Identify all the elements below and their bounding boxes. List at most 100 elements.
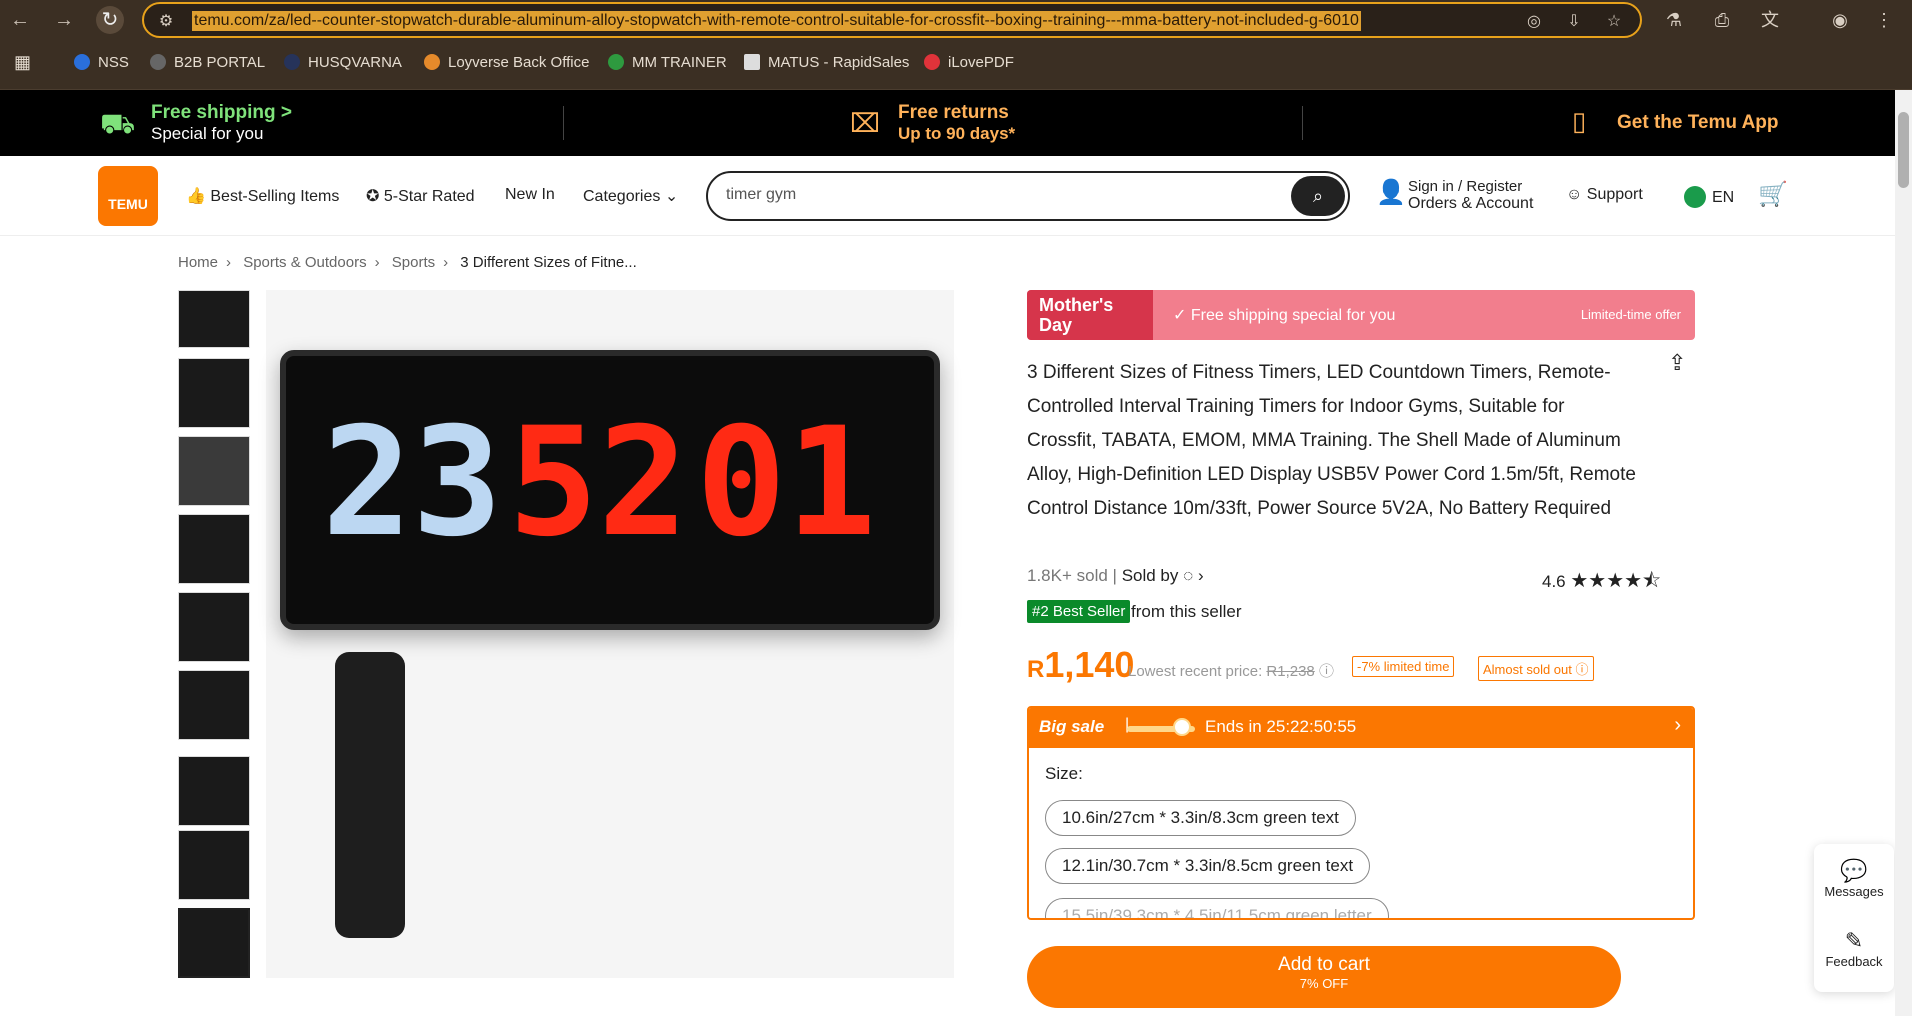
free-returns-promo[interactable]: Free returns Up to 90 days*: [898, 102, 1015, 144]
menu-icon[interactable]: ⋮: [1872, 8, 1896, 32]
nav-five-star[interactable]: ✪ 5-Star Rated: [366, 186, 475, 206]
chat-icon: 💬: [1840, 858, 1868, 883]
price: R1,140: [1027, 644, 1135, 685]
sold-count: 1.8K+ sold: [1027, 566, 1108, 585]
address-bar[interactable]: ⚙ temu.com/za/led--counter-stopwatch-dur…: [142, 2, 1642, 38]
big-sale-box: Big sale | Ends in 25:22:50:55 › Size: 1…: [1027, 706, 1695, 920]
nav-categories[interactable]: Categories ⌄: [583, 186, 678, 206]
info-icon[interactable]: ⓘ: [1319, 663, 1334, 680]
search-icon: ⌕: [1312, 186, 1324, 206]
search-box: ⌕: [706, 171, 1350, 221]
share-icon[interactable]: ⇪: [1668, 350, 1686, 376]
search-button[interactable]: ⌕: [1291, 176, 1345, 216]
best-seller-badge[interactable]: #2 Best Seller: [1027, 600, 1131, 623]
bookmark-husqvarna[interactable]: HUSQVARNA: [284, 54, 402, 71]
mothers-day-banner: Mother's Day ✓ Free shipping special for…: [1027, 290, 1695, 340]
best-seller-suffix: from this seller: [1131, 602, 1242, 621]
sale-header: Big sale | Ends in 25:22:50:55 ›: [1029, 708, 1693, 748]
bookmarks-bar: ▦ NSS B2B PORTAL HUSQVARNA Loyverse Back…: [0, 40, 1912, 90]
check-icon: ✓: [1173, 307, 1191, 324]
crumb-sports[interactable]: Sports: [392, 254, 435, 271]
stock-tag: Almost sold out ⓘ: [1478, 656, 1594, 681]
size-option-1[interactable]: 10.6in/27cm * 3.3in/8.3cm green text: [1045, 800, 1356, 836]
temu-logo[interactable]: TEMU: [98, 166, 158, 226]
sale-countdown: Ends in 25:22:50:55: [1205, 717, 1357, 736]
star-badge-icon: ✪: [366, 188, 384, 205]
language-selector[interactable]: EN: [1684, 186, 1734, 208]
url-text[interactable]: temu.com/za/led--counter-stopwatch-durab…: [192, 11, 1361, 31]
translate-icon[interactable]: 文: [1758, 8, 1782, 32]
bookmark-matus[interactable]: MATUS - RapidSales: [744, 54, 909, 71]
apps-grid-icon[interactable]: ▦: [14, 52, 31, 73]
messages-button[interactable]: 💬 Messages: [1814, 858, 1894, 899]
feedback-button[interactable]: ✎ Feedback: [1814, 928, 1894, 969]
discount-tag: -7% limited time: [1352, 656, 1455, 677]
sold-by-link[interactable]: Sold by ◌ ›: [1122, 566, 1204, 585]
lowest-price-label: Lowest recent price: R1,238 ⓘ: [1128, 663, 1334, 680]
site-info-icon[interactable]: ⚙: [156, 12, 176, 32]
support-link[interactable]: ☺ Support: [1566, 186, 1643, 204]
account-link[interactable]: Sign in / Register Orders & Account: [1408, 178, 1533, 212]
mothers-day-tag: Mother's Day: [1027, 290, 1153, 340]
thumbnail-3[interactable]: [178, 436, 250, 506]
thumbnail-4[interactable]: [178, 514, 250, 584]
cart-icon[interactable]: 🛒: [1758, 180, 1788, 209]
user-icon: 👤: [1376, 179, 1406, 206]
bookmark-ilovepdf[interactable]: iLovePDF: [924, 54, 1014, 71]
limited-offer-label: Limited-time offer: [1580, 307, 1681, 322]
back-icon[interactable]: ←: [6, 6, 34, 34]
crumb-home[interactable]: Home: [178, 254, 218, 271]
rating[interactable]: 4.6 ★★★★⯪: [1542, 566, 1661, 600]
product-title: 3 Different Sizes of Fitness Timers, LED…: [1027, 362, 1636, 519]
thumbnail-5[interactable]: [178, 592, 250, 662]
support-icon: ☺: [1566, 186, 1587, 203]
free-shipping-text: Free shipping special for you: [1190, 307, 1396, 324]
bookmark-nss[interactable]: NSS: [74, 54, 129, 71]
install-icon[interactable]: ⇩: [1564, 12, 1584, 32]
truck-icon: ⛟: [100, 108, 136, 139]
print-icon[interactable]: ⎙: [1710, 8, 1734, 32]
star-icon: ★★★★⯪: [1570, 570, 1662, 592]
thumbnail-6[interactable]: [178, 670, 250, 740]
forward-icon[interactable]: →: [50, 6, 78, 34]
thumbnail-8[interactable]: [178, 830, 250, 900]
breadcrumb: Home › Sports & Outdoors › Sports › 3 Diffe…: [178, 254, 637, 271]
size-option-3[interactable]: 15.5in/39.3cm * 4.5in/11.5cm green lette…: [1045, 898, 1389, 918]
led-timer-display: 2 3 5 2 0 1: [280, 350, 940, 630]
lens-icon[interactable]: ◎: [1524, 12, 1544, 32]
promo-bar: ⛟ Free shipping > Special for you ⌧ Free…: [0, 90, 1895, 156]
thumbnail-2[interactable]: [178, 358, 250, 428]
crumb-sports-outdoors[interactable]: Sports & Outdoors: [243, 254, 366, 271]
nav-new-in[interactable]: New In: [505, 186, 555, 204]
get-app-link[interactable]: Get the Temu App: [1617, 112, 1779, 134]
scroll-thumb[interactable]: [1898, 112, 1909, 188]
thumbnail-1[interactable]: [178, 290, 250, 348]
reload-icon[interactable]: ↻: [96, 6, 124, 34]
bookmark-loyverse[interactable]: Loyverse Back Office: [424, 54, 589, 71]
chevron-right-icon[interactable]: ›: [1674, 714, 1681, 737]
chevron-down-icon: ⌄: [660, 188, 679, 205]
thumbnail-9-selected[interactable]: [178, 908, 250, 978]
bookmark-star-icon[interactable]: ☆: [1604, 12, 1624, 32]
remote-control-image: [335, 652, 405, 938]
site-header: TEMU 👍 Best-Selling Items ✪ 5-Star Rated…: [0, 156, 1895, 236]
profile-icon[interactable]: ◉: [1828, 8, 1852, 32]
thumbnail-7[interactable]: [178, 756, 250, 826]
browser-toolbar: ← → ↻ ⚙ temu.com/za/led--counter-stopwat…: [0, 0, 1912, 40]
big-sale-label: Big sale: [1039, 717, 1105, 736]
crumb-current: 3 Different Sizes of Fitne...: [460, 254, 637, 271]
bookmark-mm-trainer[interactable]: MM TRAINER: [608, 54, 727, 71]
size-option-2[interactable]: 12.1in/30.7cm * 3.3in/8.5cm green text: [1045, 848, 1371, 884]
size-label: Size:: [1045, 764, 1083, 783]
extensions-icon[interactable]: ⚗: [1662, 8, 1686, 32]
floating-side-panel: 💬 Messages ✎ Feedback: [1814, 844, 1894, 992]
returns-icon: ⌧: [850, 108, 880, 138]
bookmark-b2b[interactable]: B2B PORTAL: [150, 54, 265, 71]
search-input[interactable]: [724, 185, 1244, 205]
free-shipping-promo[interactable]: Free shipping > Special for you: [151, 102, 292, 144]
phone-icon: ▯: [1572, 106, 1587, 136]
add-to-cart-button[interactable]: Add to cart 7% OFF: [1027, 946, 1621, 1008]
nav-best-selling[interactable]: 👍 Best-Selling Items: [186, 186, 339, 206]
thumbs-up-icon: 👍: [186, 188, 211, 205]
page-scrollbar[interactable]: [1895, 90, 1912, 1016]
